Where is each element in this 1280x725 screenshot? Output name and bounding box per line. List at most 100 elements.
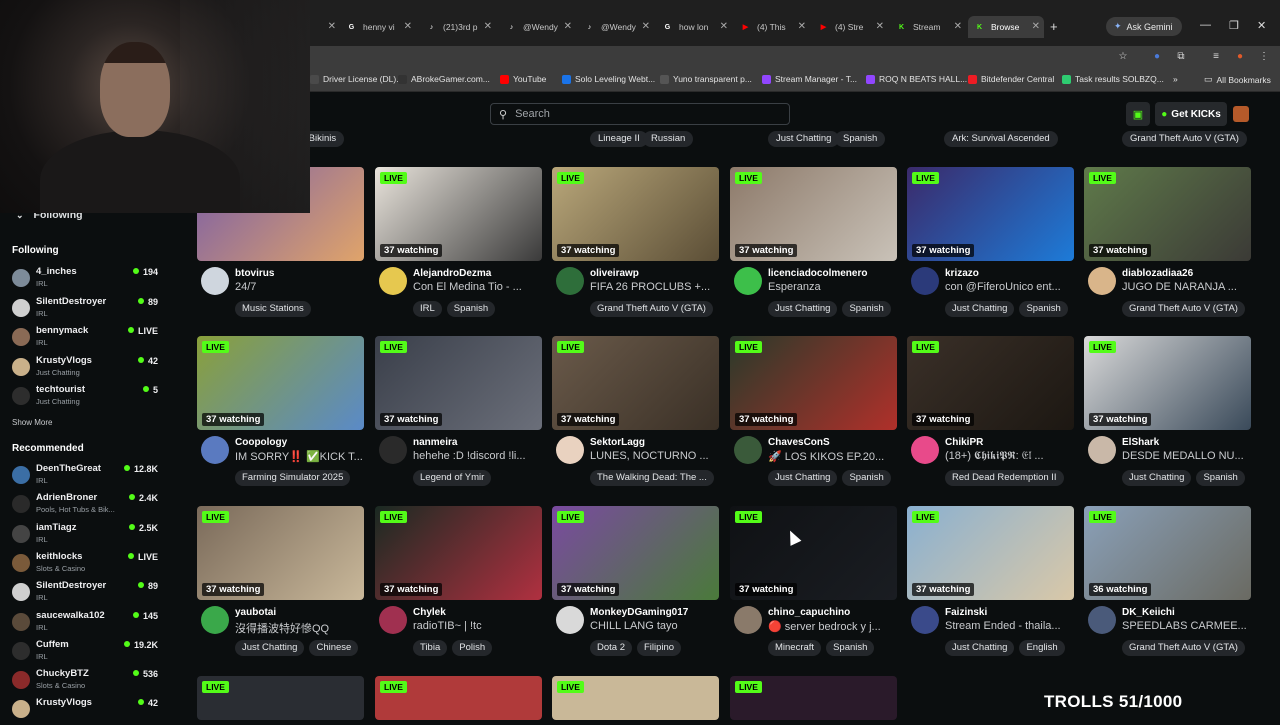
browser-tab[interactable]: K Stream ✕ xyxy=(890,16,966,38)
category-tag[interactable]: Spanish xyxy=(446,301,496,317)
stream-title[interactable]: FIFA 26 PROCLUBS +... xyxy=(590,281,718,293)
category-tag[interactable]: Just Chatting xyxy=(768,131,840,147)
stream-thumbnail[interactable]: LIVE 37 watching xyxy=(1084,167,1251,261)
streamer-name[interactable]: SektorLagg xyxy=(590,437,645,448)
stream-title[interactable]: 24/7 xyxy=(235,281,363,293)
bookmark-link[interactable]: Solo Leveling Webt... xyxy=(562,74,655,84)
stream-title[interactable]: DESDE MEDALLO NU... xyxy=(1122,450,1250,462)
stream-thumbnail[interactable]: LIVE 37 watching xyxy=(375,506,542,600)
category-tag[interactable]: Dota 2 xyxy=(590,640,632,656)
streamer-avatar[interactable] xyxy=(556,436,584,464)
category-tag[interactable]: English xyxy=(1019,640,1065,656)
sidebar-channel-recommended[interactable]: DeenTheGreat IRL 12.8K xyxy=(12,463,162,491)
tab-close-icon[interactable]: ✕ xyxy=(1032,21,1040,32)
sidebar-channel-recommended[interactable]: KrustyVlogs 42 xyxy=(12,697,162,725)
category-tag[interactable]: Just Chatting xyxy=(768,301,838,317)
streamer-name[interactable]: chino_capuchino xyxy=(768,607,850,618)
stream-thumbnail[interactable]: LIVE 37 watching xyxy=(552,506,719,600)
stream-card[interactable]: LIVE xyxy=(552,676,719,720)
extension-icon[interactable]: ● xyxy=(1151,51,1163,63)
streamer-avatar[interactable] xyxy=(201,606,229,634)
close-window-icon[interactable]: ✕ xyxy=(1257,19,1266,32)
tab-close-icon[interactable]: ✕ xyxy=(564,21,572,32)
tab-close-icon[interactable]: ✕ xyxy=(642,21,650,32)
stream-thumbnail[interactable]: LIVE 37 watching xyxy=(907,506,1074,600)
bookmark-link[interactable]: ROQ N BEATS HALL... xyxy=(866,74,967,84)
restore-icon[interactable]: ❐ xyxy=(1229,19,1239,32)
category-tag[interactable]: Chinese xyxy=(309,640,359,656)
streamer-name[interactable]: licenciadocolmenero xyxy=(768,268,867,279)
stream-thumbnail[interactable]: LIVE 37 watching xyxy=(552,167,719,261)
stream-thumbnail[interactable]: LIVE 37 watching xyxy=(730,167,897,261)
menu-icon[interactable]: ⋮ xyxy=(1258,51,1270,63)
profile-avatar-icon[interactable]: ● xyxy=(1234,51,1246,63)
stream-card[interactable]: LIVE 37 watching Coopology IM SORRY‼️ ✅KICK… xyxy=(197,336,364,506)
browser-tab[interactable]: ♪ @Wendy ✕ xyxy=(578,16,654,38)
stream-card[interactable]: LIVE 37 watching ElShark DESDE MEDALLO NU..… xyxy=(1084,336,1251,506)
category-tag[interactable]: Just Chatting xyxy=(235,640,305,656)
stream-thumbnail[interactable]: LIVE xyxy=(375,676,542,720)
stream-card[interactable]: LIVE 37 watching SektorLagg LUNES, NOCTURNO… xyxy=(552,336,719,506)
stream-title[interactable]: Stream Ended - thaila... xyxy=(945,620,1073,632)
browser-tab[interactable]: Ghow lon ✕ xyxy=(656,16,732,38)
stream-card[interactable]: LIVE 37 watching chino_capuchino 🔴 server b… xyxy=(730,506,897,676)
streamer-avatar[interactable] xyxy=(1088,267,1116,295)
streamer-name[interactable]: Coopology xyxy=(235,437,287,448)
category-tag[interactable]: Just Chatting xyxy=(1122,470,1192,486)
stream-title[interactable]: hehehe :D !discord !li... xyxy=(413,450,541,462)
stream-thumbnail[interactable]: LIVE xyxy=(197,676,364,720)
stream-thumbnail[interactable]: LIVE 37 watching xyxy=(907,336,1074,430)
all-bookmarks-link[interactable]: ▭ All Bookmarks xyxy=(1204,74,1271,85)
search-input[interactable]: ⚲ Search xyxy=(490,103,790,125)
streamer-avatar[interactable] xyxy=(556,606,584,634)
category-tag[interactable]: Minecraft xyxy=(768,640,822,656)
category-tag[interactable]: Legend of Ymir xyxy=(413,470,492,486)
stream-thumbnail[interactable]: LIVE 37 watching xyxy=(730,336,897,430)
tab-close-icon[interactable]: ✕ xyxy=(404,21,412,32)
category-tag[interactable]: Grand Theft Auto V (GTA) xyxy=(1122,301,1245,317)
browser-tab[interactable]: ✕ xyxy=(312,16,340,38)
stream-thumbnail[interactable]: LIVE 37 watching xyxy=(907,167,1074,261)
stream-thumbnail[interactable]: LIVE 37 watching xyxy=(1084,336,1251,430)
streamer-avatar[interactable] xyxy=(379,606,407,634)
bookmark-link[interactable]: YouTube xyxy=(500,74,546,84)
streamer-avatar[interactable] xyxy=(379,267,407,295)
stream-thumbnail[interactable]: LIVE 37 watching xyxy=(375,336,542,430)
category-tag[interactable]: Spanish xyxy=(842,301,891,317)
category-tag[interactable]: Farming Simulator 2025 xyxy=(235,470,351,486)
stream-card[interactable]: LIVE 37 watching nanmeira hehehe :D !discor… xyxy=(375,336,542,506)
stream-title[interactable]: SPEEDLABS CARMEE... xyxy=(1122,620,1250,632)
streamer-name[interactable]: nanmeira xyxy=(413,437,457,448)
streamer-name[interactable]: diablozadiaa26 xyxy=(1122,268,1193,279)
streamer-name[interactable]: ChavesConS xyxy=(768,437,830,448)
category-tag[interactable]: Just Chatting xyxy=(945,640,1015,656)
stream-title[interactable]: radioTIB~ | !tc xyxy=(413,620,541,632)
bookmark-link[interactable]: Stream Manager - T... xyxy=(762,74,857,84)
stream-thumbnail[interactable]: LIVE 36 watching xyxy=(1084,506,1251,600)
bookmark-link[interactable]: Driver License (DL)... xyxy=(310,74,403,84)
stream-thumbnail[interactable]: LIVE 37 watching xyxy=(197,506,364,600)
stream-thumbnail[interactable]: LIVE 37 watching xyxy=(730,506,897,600)
browser-tab[interactable]: Ghenny vi ✕ xyxy=(340,16,416,38)
stream-thumbnail[interactable]: LIVE 37 watching xyxy=(552,336,719,430)
browser-tab[interactable]: ▶ (4) This ✕ xyxy=(734,16,810,38)
user-avatar[interactable] xyxy=(1233,106,1249,122)
bookmark-link[interactable]: Yuno transparent p... xyxy=(660,74,752,84)
category-tag[interactable]: Grand Theft Auto V (GTA) xyxy=(1122,640,1245,656)
stream-card[interactable]: LIVE xyxy=(375,676,542,720)
stream-thumbnail[interactable]: LIVE xyxy=(730,676,897,720)
sidebar-channel-following[interactable]: bennymack IRL LIVE xyxy=(12,325,162,353)
stream-card[interactable]: LIVE 37 watching yaubotai 沒得播波特好慘QQ Just Cha… xyxy=(197,506,364,676)
ask-gemini-button[interactable]: ✦ Ask Gemini xyxy=(1106,17,1182,36)
category-tag[interactable]: Just Chatting xyxy=(945,301,1015,317)
streamer-avatar[interactable] xyxy=(734,267,762,295)
streamer-name[interactable]: ElShark xyxy=(1122,437,1159,448)
stream-card[interactable]: LIVE 37 watching diablozadiaa26 JUGO DE NAR… xyxy=(1084,167,1251,337)
streamer-avatar[interactable] xyxy=(379,436,407,464)
tab-close-icon[interactable]: ✕ xyxy=(876,21,884,32)
category-tag[interactable]: Lineage II xyxy=(590,131,648,147)
puzzle-icon[interactable]: ⧉ xyxy=(1175,51,1187,63)
stream-title[interactable]: (18+) 𝕮𝖍𝖎𝖐𝖎𝕻𝕽: 𝔈𝔩 ... xyxy=(945,450,1073,463)
stream-thumbnail[interactable]: LIVE 37 watching xyxy=(197,336,364,430)
stream-title[interactable]: 🚀 LOS KIKOS EP.20... xyxy=(768,450,896,463)
